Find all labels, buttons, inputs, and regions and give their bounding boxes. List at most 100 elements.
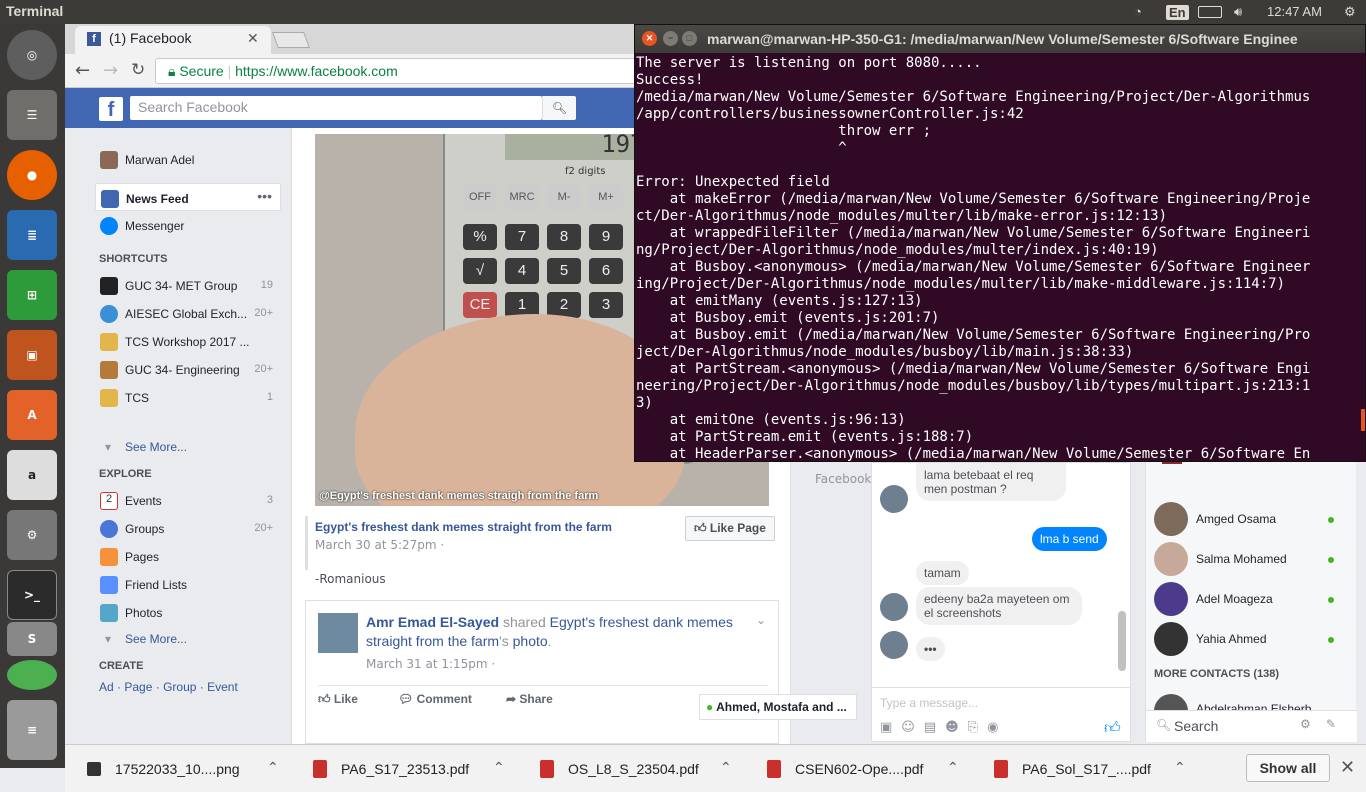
contact-item[interactable]: Salma Mohamed bbox=[1154, 542, 1354, 578]
terminal-output[interactable]: The server is listening on port 8080....… bbox=[635, 55, 1365, 461]
wifi-icon[interactable]: ◔ bbox=[1134, 4, 1142, 19]
typing-indicator: ••• bbox=[916, 637, 945, 661]
online-dot-icon bbox=[1328, 517, 1334, 523]
shortcut-item[interactable]: AIESEC Global Exch... 20+ bbox=[95, 299, 281, 327]
share-button[interactable]: ➦ Share bbox=[506, 692, 553, 706]
system-settings-icon[interactable]: ⚙ bbox=[7, 510, 57, 560]
more-options-icon[interactable]: ••• bbox=[257, 188, 272, 204]
terminal-icon[interactable]: >_ bbox=[7, 570, 57, 620]
address-bar[interactable]: 🔒︎ Secure | https://www.facebook.com bbox=[155, 58, 675, 84]
impress-icon[interactable]: ▣ bbox=[7, 330, 57, 380]
thumbs-up-send-icon[interactable]: 👍︎ bbox=[1104, 718, 1121, 738]
contacts-sidebar: Amged Osama Salma Mohamed Adel Moageza Y… bbox=[1145, 456, 1357, 742]
group-chat-tab[interactable]: ● Ahmed, Mostafa and ... bbox=[699, 694, 857, 720]
url-text: https://www.facebook.com bbox=[235, 63, 398, 79]
forward-icon[interactable]: → bbox=[103, 60, 118, 81]
photo-icon[interactable]: ▣ bbox=[880, 720, 901, 735]
calc-spreadsheet-icon[interactable]: ⊞ bbox=[7, 270, 57, 320]
facebook-search-input[interactable]: Search Facebook bbox=[130, 96, 542, 120]
quote-bar bbox=[305, 516, 308, 570]
gear-icon[interactable]: ⚙ bbox=[1300, 717, 1311, 731]
shortcuts-header: SHORTCUTS bbox=[99, 253, 168, 265]
settings-gear-icon[interactable]: ⚙ bbox=[1344, 4, 1356, 20]
reload-icon[interactable]: ↻ bbox=[131, 60, 145, 80]
minimize-window-icon[interactable]: − bbox=[663, 31, 678, 46]
writer-icon[interactable]: ≣ bbox=[7, 210, 57, 260]
close-tab-icon[interactable]: ✕ bbox=[247, 30, 259, 47]
post-date[interactable]: March 30 at 5:27pm · bbox=[315, 538, 444, 552]
calc-key: M+ bbox=[589, 184, 623, 210]
explore-item-pages[interactable]: Pages bbox=[95, 542, 281, 570]
tab-facebook[interactable]: f (1) Facebook ✕ bbox=[75, 26, 271, 54]
message-input[interactable]: Type a message... bbox=[880, 696, 978, 710]
create-group-link[interactable]: Group bbox=[163, 680, 196, 694]
compose-icon[interactable]: ✎ bbox=[1326, 717, 1336, 731]
shortcut-item[interactable]: GUC 34- Engineering 20+ bbox=[95, 355, 281, 383]
gif-icon[interactable]: ▤ bbox=[924, 720, 945, 735]
files-icon[interactable]: ☰ bbox=[7, 90, 57, 140]
chevron-down-icon[interactable]: ⌄ bbox=[756, 613, 766, 627]
attach-icon[interactable]: ⎘ bbox=[968, 720, 987, 735]
ubuntu-dash-icon[interactable]: ◎ bbox=[7, 30, 57, 80]
stacked-apps-icon[interactable]: ≡ bbox=[7, 700, 57, 760]
calc-key: % bbox=[463, 224, 497, 250]
back-icon[interactable]: ← bbox=[75, 60, 90, 81]
chat-scrollbar[interactable] bbox=[1118, 611, 1126, 671]
like-button[interactable]: 👍︎ Like bbox=[318, 692, 358, 707]
post-author-link[interactable]: Amr Emad El-Sayed bbox=[366, 614, 499, 630]
see-more-shortcuts[interactable]: See More... bbox=[125, 440, 187, 454]
maximize-window-icon[interactable]: □ bbox=[682, 31, 697, 46]
see-more-explore[interactable]: See More... bbox=[125, 632, 187, 646]
battery-icon[interactable] bbox=[1198, 6, 1222, 18]
secure-label: Secure bbox=[179, 63, 224, 79]
explore-item-photos[interactable]: Photos bbox=[95, 598, 281, 626]
terminal-titlebar[interactable]: ✕ − □ marwan@marwan-HP-350-G1: /media/ma… bbox=[635, 25, 1365, 53]
clock[interactable]: 12:47 AM bbox=[1267, 4, 1322, 19]
shortcut-item[interactable]: TCS 1 bbox=[95, 383, 281, 411]
shortcut-item[interactable]: TCS Workshop 2017 ... bbox=[95, 327, 281, 355]
camera-icon[interactable]: ◉ bbox=[987, 720, 1007, 735]
page-name-link[interactable]: Egypt's freshest dank memes straight fro… bbox=[315, 520, 612, 534]
emoji-icon[interactable]: ☻ bbox=[945, 720, 968, 735]
explore-item-friend-lists[interactable]: Friend Lists bbox=[95, 570, 281, 598]
firefox-icon[interactable]: ● bbox=[7, 150, 57, 200]
contact-item[interactable]: Yahia Ahmed bbox=[1154, 622, 1354, 658]
explore-item-events[interactable]: 2 Events 3 bbox=[95, 486, 281, 514]
keyboard-language-indicator[interactable]: En bbox=[1166, 5, 1189, 20]
contact-item[interactable]: Amged Osama bbox=[1154, 502, 1354, 538]
terminal-scroll-marker bbox=[1361, 409, 1365, 431]
create-ad-link[interactable]: Ad bbox=[99, 680, 114, 694]
post-date[interactable]: March 31 at 1:15pm · bbox=[366, 657, 495, 671]
create-page-link[interactable]: Page bbox=[124, 680, 152, 694]
comment-button[interactable]: 💬︎ Comment bbox=[398, 692, 472, 706]
chrome-icon[interactable] bbox=[7, 660, 57, 690]
facebook-logo-icon[interactable]: f bbox=[99, 97, 123, 121]
volume-icon[interactable]: 🔊︎ bbox=[1234, 4, 1242, 20]
sublime-text-icon[interactable]: S bbox=[7, 622, 57, 656]
terminal-window[interactable]: ✕ − □ marwan@marwan-HP-350-G1: /media/ma… bbox=[634, 24, 1366, 462]
sticker-icon[interactable]: ☺ bbox=[901, 720, 924, 735]
show-all-button[interactable]: Show all bbox=[1246, 754, 1330, 782]
avatar[interactable] bbox=[318, 613, 358, 653]
sidebar-item-messenger[interactable]: Messenger bbox=[95, 211, 281, 239]
sidebar-item-profile[interactable]: Marwan Adel bbox=[95, 145, 281, 173]
avatar bbox=[100, 151, 118, 169]
software-center-icon[interactable]: A bbox=[7, 390, 57, 440]
sidebar-item-news-feed[interactable]: News Feed ••• bbox=[95, 183, 281, 211]
shortcut-item[interactable]: GUC 34- MET Group 19 bbox=[95, 271, 281, 299]
facebook-footer-label[interactable]: Facebook bbox=[815, 472, 871, 486]
contacts-search-input[interactable]: Search bbox=[1174, 718, 1218, 734]
calc-key: M- bbox=[547, 184, 581, 210]
create-event-link[interactable]: Event bbox=[207, 680, 238, 694]
contact-item[interactable]: Adel Moageza bbox=[1154, 582, 1354, 618]
search-icon[interactable]: 🔍︎ bbox=[542, 96, 576, 120]
close-window-icon[interactable]: ✕ bbox=[642, 31, 657, 46]
photo-link[interactable]: photo bbox=[513, 633, 548, 649]
explore-item-groups[interactable]: Groups 20+ bbox=[95, 514, 281, 542]
contact-item[interactable]: Abdelrahman Elsherb bbox=[1154, 694, 1354, 710]
new-tab-button[interactable] bbox=[272, 32, 310, 48]
amazon-icon[interactable]: a bbox=[7, 450, 57, 500]
like-page-button[interactable]: 👍︎ Like Page bbox=[685, 516, 775, 541]
chat-message-sent: lma b send bbox=[1032, 527, 1107, 551]
news-feed-icon bbox=[101, 190, 119, 208]
